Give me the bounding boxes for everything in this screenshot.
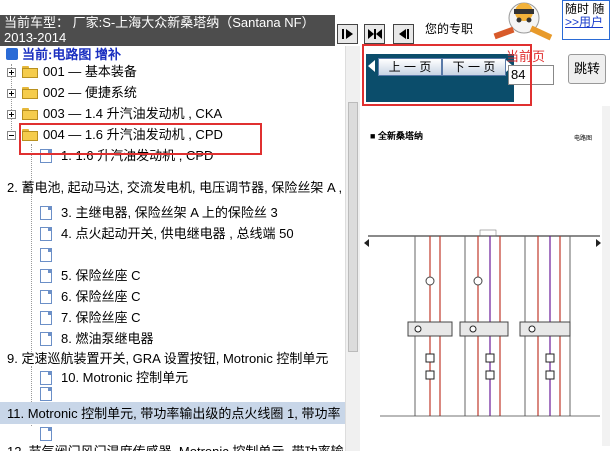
highlight-box [19,123,262,155]
tree-label: 12. 节气阀门风门温度传感器, Motronic 控制单元, 带功率输 [7,442,344,451]
tree-label: 2. 蓄电池, 起动马达, 交流发电机, 电压调节器, 保险丝架 A , [7,180,343,195]
tree-label: 4. 点火起动开关, 供电继电器 , 总线端 50 [61,226,294,241]
folder-icon [22,66,38,78]
vehicle-info: 当前车型： 厂家:S-上海大众新桑塔纳（Santana NF）2013-2014 [0,15,335,46]
toggle-tree-button[interactable] [337,24,358,44]
tree-label: 6. 保险丝座 C [61,289,141,304]
tree-title: 当前:电路图 增补 [22,47,121,62]
jump-button[interactable]: 跳转 [568,54,606,84]
document-icon [40,332,52,346]
mascot-logo [493,2,553,41]
tree-label: 11. Motronic 控制单元, 带功率输出级的点火线圈 1, 带功率 [7,406,341,421]
document-icon [40,387,52,401]
book-icon [6,48,18,60]
tree-label: 002 — 便捷系统 [43,85,137,100]
wiring-diagram [364,229,601,417]
folder-icon [22,108,38,120]
document-section-label: 电路图 [574,136,593,142]
tree-header: 当前:电路图 增补 [6,46,121,63]
play-icon [341,29,353,39]
highlight-box-nav [362,44,532,106]
tree-scrollbar[interactable] [345,46,360,451]
document-icon [40,311,52,325]
document-icon [40,248,52,262]
tree-label: 3. 主继电器, 保险丝架 A 上的保险丝 3 [61,205,278,220]
top-header: 当前车型： 厂家:S-上海大众新桑塔纳（Santana NF）2013-2014… [0,0,610,46]
scroll-thumb[interactable] [348,102,358,352]
document-icon [40,290,52,304]
document-icon [40,427,52,441]
tree-label: 7. 保险丝座 C [61,310,141,325]
document-icon [40,206,52,220]
folder-icon [22,87,38,99]
document-title: ■ 全新桑塔纳 [370,131,423,141]
tree-label: 9. 定速巡航装置开关, GRA 设置按钮, Motronic 控制单元 [7,351,329,366]
tree-label: 5. 保险丝座 C [61,268,141,283]
expand-icon[interactable] [7,110,16,119]
promo-link[interactable]: >>用户 [565,16,609,29]
expand-icon[interactable] [7,89,16,98]
document-icon [40,227,52,241]
collapse-icon[interactable] [7,131,16,140]
expand-icon[interactable] [7,68,16,77]
tree-panel: 当前:电路图 增补 001 — 基本装备 002 — 便捷系统 003 — 1.… [0,46,345,451]
tree-label: 8. 燃油泵继电器 [61,331,154,346]
toggle-view-button[interactable] [393,24,414,44]
tree-label: 001 — 基本装备 [43,64,137,79]
play-back-icon [398,29,409,39]
pro-label: 您的专职 [425,22,474,36]
promo-box: 随时 随 >>用户 [562,0,610,40]
document-icon [40,269,52,283]
split-arrows-icon [367,29,382,39]
tree-label: 10. Motronic 控制单元 [61,370,189,385]
tree-label: 003 — 1.4 升汽油发动机 , CKA [43,106,223,121]
document-panel: 上 一 页 下 一 页 当前页 84 跳转 ■ 全新桑塔纳 电路图 [360,44,610,451]
document-scrollbar[interactable] [602,106,610,446]
document-icon [40,371,52,385]
split-view-button[interactable] [364,24,385,44]
